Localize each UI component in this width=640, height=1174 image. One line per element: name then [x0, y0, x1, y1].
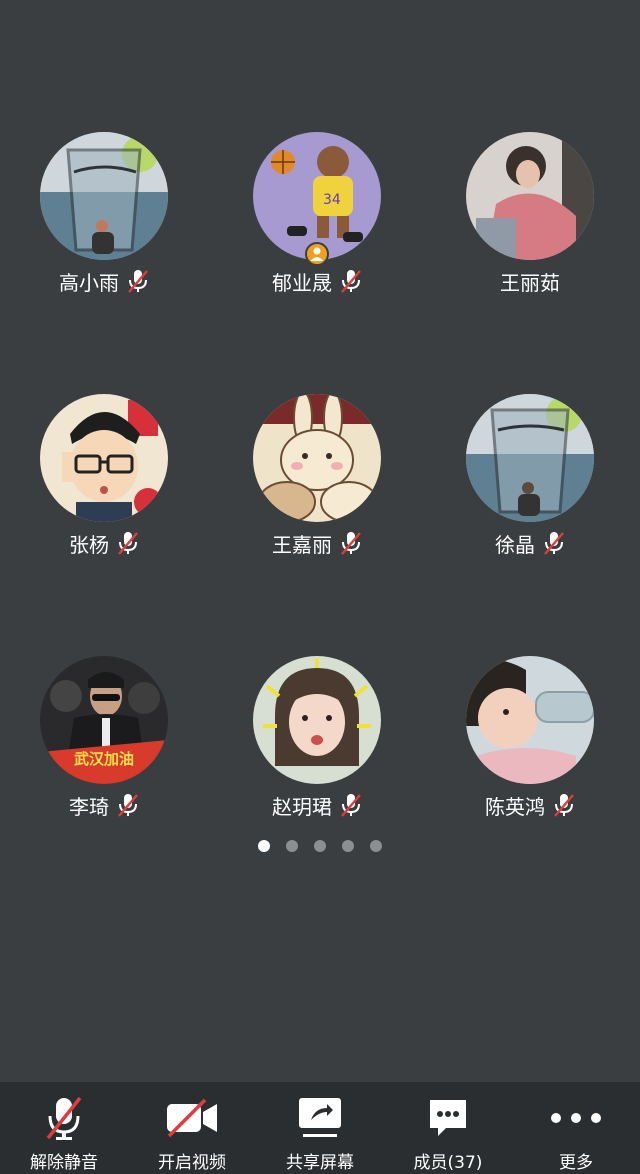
mic-muted-icon	[340, 268, 362, 294]
mic-muted-icon	[553, 792, 575, 818]
woman-photo-avatar-image	[466, 132, 594, 260]
cartoon-glasses-avatar-image	[40, 394, 168, 522]
participant-tile[interactable]: 王嘉丽	[217, 394, 417, 574]
mic-muted-icon	[117, 530, 139, 556]
avatar	[466, 656, 594, 784]
meeting-toolbar: 解除静音 开启视频 共享屏幕 成员(37) 更多	[0, 1082, 640, 1174]
mic-muted-icon	[340, 530, 362, 556]
bunny-cartoon-avatar-image	[253, 394, 381, 522]
members-label: 成员(37)	[413, 1153, 483, 1173]
participant-name: 张杨	[69, 532, 109, 557]
more-button[interactable]: 更多	[512, 1082, 640, 1174]
svg-text:34: 34	[323, 192, 341, 208]
participant-name-row: 郁业晟	[217, 266, 417, 296]
chat-bubble-icon	[426, 1094, 470, 1142]
participant-tile[interactable]: 王丽茹	[430, 132, 630, 312]
participant-tile[interactable]: 张杨	[4, 394, 204, 574]
avatar	[466, 394, 594, 522]
child-drinking-avatar-image	[466, 656, 594, 784]
avatar	[40, 132, 168, 260]
video-off-icon	[165, 1094, 219, 1142]
participant-name: 陈英鸿	[485, 794, 545, 819]
page-dot[interactable]	[342, 840, 354, 852]
participant-name: 王嘉丽	[272, 532, 332, 557]
mic-muted-icon	[127, 268, 149, 294]
participant-tile[interactable]: 徐晶	[430, 394, 630, 574]
basketball-cartoon-avatar-image: 34	[253, 132, 381, 260]
avatar: 34	[253, 132, 381, 260]
participant-name-row: 王嘉丽	[217, 528, 417, 558]
glass-sea-avatar-image	[466, 394, 594, 522]
page-dot[interactable]	[314, 840, 326, 852]
glass-sea-avatar-image	[40, 132, 168, 260]
mic-muted-icon	[117, 792, 139, 818]
participant-name-row: 高小雨	[4, 266, 204, 296]
participant-name: 李琦	[69, 794, 109, 819]
participant-name: 赵玥珺	[272, 794, 332, 819]
page-dot[interactable]	[286, 840, 298, 852]
more-label: 更多	[559, 1153, 593, 1173]
unmute-button[interactable]: 解除静音	[0, 1082, 128, 1174]
avatar	[253, 394, 381, 522]
participant-name-row: 张杨	[4, 528, 204, 558]
mic-off-icon	[44, 1094, 84, 1142]
share-screen-label: 共享屏幕	[286, 1153, 354, 1173]
mic-muted-icon	[543, 530, 565, 556]
unmute-label: 解除静音	[30, 1153, 98, 1173]
participant-tile[interactable]: 陈英鸿	[430, 656, 630, 836]
share-screen-icon	[297, 1094, 343, 1142]
participant-name: 高小雨	[59, 270, 119, 295]
participant-name-row: 李琦	[4, 790, 204, 820]
mic-muted-icon	[340, 792, 362, 818]
avatar	[466, 132, 594, 260]
avatar	[253, 656, 381, 784]
participant-name: 徐晶	[495, 532, 535, 557]
participant-name-row: 王丽茹	[430, 266, 630, 296]
share-screen-button[interactable]: 共享屏幕	[256, 1082, 384, 1174]
page-dot[interactable]	[370, 840, 382, 852]
members-button[interactable]: 成员(37)	[384, 1082, 512, 1174]
host-badge-icon	[305, 242, 329, 266]
man-sunglasses-avatar-image	[40, 656, 168, 784]
avatar	[40, 656, 168, 784]
participant-name-row: 赵玥珺	[217, 790, 417, 820]
start-video-label: 开启视频	[158, 1153, 226, 1173]
meeting-screen: 高小雨 34 郁业晟 王丽茹 张杨 王嘉丽 徐晶 李琦 武汉加油 赵玥珺 陈英鸿…	[0, 0, 640, 1174]
more-dots-icon	[550, 1094, 602, 1142]
participant-name-row: 陈英鸿	[430, 790, 630, 820]
page-indicator	[0, 840, 640, 854]
participant-tile[interactable]: 赵玥珺	[217, 656, 417, 836]
page-dot-active[interactable]	[258, 840, 270, 852]
start-video-button[interactable]: 开启视频	[128, 1082, 256, 1174]
participant-tile[interactable]: 34 郁业晟	[217, 132, 417, 312]
girl-photo-avatar-image	[253, 656, 381, 784]
participant-name: 王丽茹	[500, 270, 560, 295]
participant-name-row: 徐晶	[430, 528, 630, 558]
participant-tile[interactable]: 高小雨	[4, 132, 204, 312]
avatar	[40, 394, 168, 522]
participant-tile[interactable]: 李琦 武汉加油	[4, 656, 204, 836]
participant-name: 郁业晟	[272, 270, 332, 295]
